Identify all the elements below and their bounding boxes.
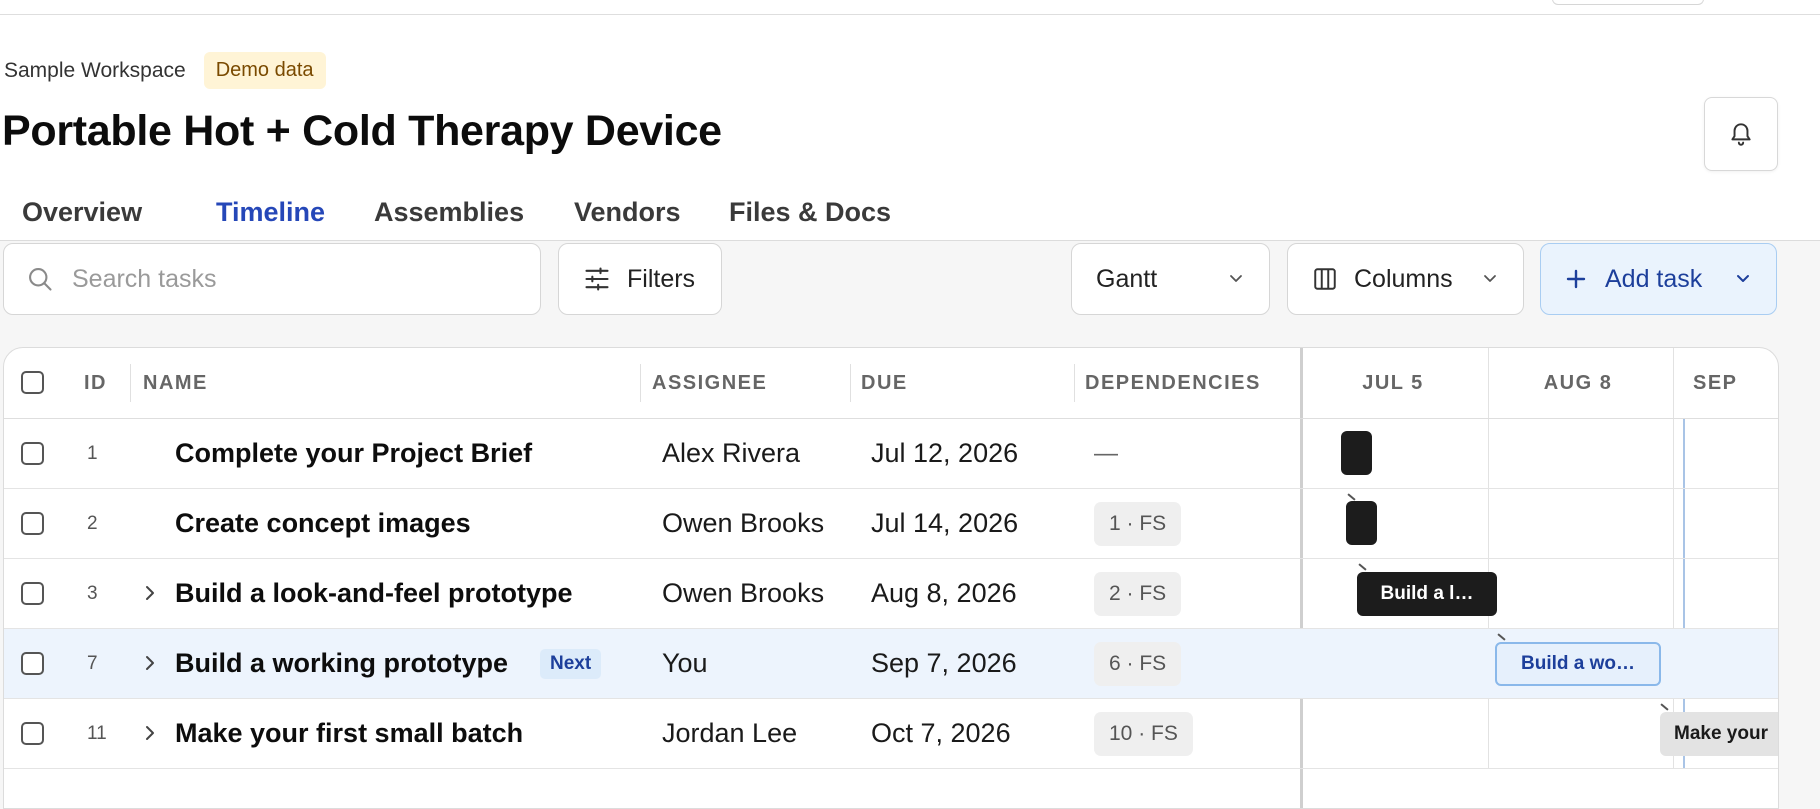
dependency-arrow bbox=[1347, 493, 1356, 501]
task-due-date[interactable]: Sep 7, 2026 bbox=[871, 629, 1017, 698]
table-row[interactable]: 1 Complete your Project Brief Alex River… bbox=[4, 419, 1778, 489]
view-select-value: Gantt bbox=[1096, 264, 1158, 293]
timeline-header-jul: JUL 5 bbox=[1362, 372, 1424, 394]
task-due-date[interactable]: Jul 12, 2026 bbox=[871, 419, 1018, 488]
columns-label: Columns bbox=[1354, 264, 1453, 293]
task-id: 1 bbox=[87, 442, 98, 464]
column-header-assignee[interactable]: ASSIGNEE bbox=[652, 372, 767, 395]
column-divider[interactable] bbox=[1074, 364, 1075, 402]
tab-timeline[interactable]: Timeline bbox=[216, 197, 325, 228]
task-due-date[interactable]: Jul 14, 2026 bbox=[871, 489, 1018, 558]
row-checkbox[interactable] bbox=[21, 442, 44, 465]
task-assignee[interactable]: Jordan Lee bbox=[662, 699, 797, 768]
plus-icon bbox=[1566, 269, 1586, 289]
table-row[interactable]: 11 Make your first small batch Jordan Le… bbox=[4, 699, 1778, 769]
add-task-button[interactable]: Add task bbox=[1540, 243, 1777, 315]
task-name[interactable]: Build a look-and-feel prototype bbox=[175, 559, 573, 628]
view-select[interactable]: Gantt bbox=[1071, 243, 1270, 315]
timeline-header-aug: AUG 8 bbox=[1543, 372, 1613, 394]
chevron-down-icon[interactable] bbox=[1734, 273, 1752, 285]
gantt-bar[interactable]: Build a l… bbox=[1357, 572, 1497, 616]
column-header-due[interactable]: DUE bbox=[861, 372, 908, 395]
bell-icon bbox=[1731, 123, 1751, 146]
filters-label: Filters bbox=[627, 264, 696, 293]
chevron-right-icon[interactable] bbox=[143, 653, 157, 673]
task-dependency[interactable]: 1 · FS bbox=[1094, 501, 1182, 546]
table-row[interactable]: 3 Build a look-and-feel prototype Owen B… bbox=[4, 559, 1778, 629]
task-id: 7 bbox=[87, 652, 98, 674]
tab-overview[interactable]: Overview bbox=[22, 197, 142, 228]
tab-vendors[interactable]: Vendors bbox=[574, 197, 681, 228]
gantt-bar[interactable] bbox=[1341, 431, 1372, 475]
column-divider[interactable] bbox=[850, 364, 851, 402]
top-bar bbox=[0, 0, 1820, 15]
sliders-icon bbox=[585, 267, 609, 291]
tab-assemblies[interactable]: Assemblies bbox=[374, 197, 524, 228]
task-id: 11 bbox=[87, 722, 107, 744]
task-dependency: — bbox=[1094, 439, 1118, 467]
column-header-name[interactable]: NAME bbox=[143, 372, 208, 395]
project-header: Sample Workspace Demo data Portable Hot … bbox=[0, 15, 1820, 254]
task-dependency[interactable]: 10 · FS bbox=[1094, 711, 1193, 756]
search-icon bbox=[29, 268, 52, 291]
search-box[interactable]: Search tasks bbox=[3, 243, 541, 315]
row-checkbox[interactable] bbox=[21, 582, 44, 605]
breadcrumb: Sample Workspace Demo data bbox=[4, 52, 326, 89]
row-checkbox[interactable] bbox=[21, 722, 44, 745]
dependency-arrow bbox=[1497, 633, 1506, 641]
timeline-header-sep: SEP bbox=[1693, 372, 1738, 394]
dependency-arrow bbox=[1358, 563, 1367, 571]
table-row[interactable]: 2 Create concept images Owen Brooks Jul … bbox=[4, 489, 1778, 559]
select-all-checkbox[interactable] bbox=[21, 371, 44, 394]
column-divider[interactable] bbox=[640, 364, 641, 402]
task-dependency[interactable]: 2 · FS bbox=[1094, 571, 1182, 616]
filters-button[interactable]: Filters bbox=[558, 243, 722, 315]
next-badge: Next bbox=[540, 648, 602, 679]
task-id: 2 bbox=[87, 512, 98, 534]
search-input[interactable]: Search tasks bbox=[72, 265, 217, 294]
task-name[interactable]: Make your first small batch bbox=[175, 699, 523, 768]
column-header-id[interactable]: ID bbox=[84, 372, 107, 395]
table-row[interactable]: 7 Build a working prototype Next You Sep… bbox=[4, 629, 1778, 699]
task-dependency[interactable]: 6 · FS bbox=[1094, 641, 1182, 686]
task-table: ID NAME ASSIGNEE DUE DEPENDENCIES JUL 5 … bbox=[3, 347, 1779, 809]
row-checkbox[interactable] bbox=[21, 512, 44, 535]
add-task-label: Add task bbox=[1605, 264, 1703, 293]
task-due-date[interactable]: Aug 8, 2026 bbox=[871, 559, 1017, 628]
chevron-right-icon[interactable] bbox=[143, 583, 157, 603]
top-bar-control[interactable] bbox=[1552, 0, 1704, 5]
notifications-button[interactable] bbox=[1704, 97, 1778, 171]
task-assignee[interactable]: You bbox=[662, 629, 708, 698]
chevron-right-icon[interactable] bbox=[143, 723, 157, 743]
gantt-bar[interactable]: Make your bbox=[1660, 712, 1778, 756]
gantt-bar[interactable]: Build a wo… bbox=[1495, 642, 1661, 686]
task-assignee[interactable]: Owen Brooks bbox=[662, 489, 824, 558]
task-name[interactable]: Complete your Project Brief bbox=[175, 419, 532, 488]
chevron-down-icon bbox=[1484, 275, 1496, 282]
task-assignee[interactable]: Owen Brooks bbox=[662, 559, 824, 628]
task-name[interactable]: Build a working prototype bbox=[175, 648, 508, 679]
task-due-date[interactable]: Oct 7, 2026 bbox=[871, 699, 1011, 768]
chevron-down-icon bbox=[1230, 275, 1242, 282]
columns-button[interactable]: Columns bbox=[1287, 243, 1524, 315]
task-name[interactable]: Create concept images bbox=[175, 489, 471, 558]
column-header-dependencies[interactable]: DEPENDENCIES bbox=[1085, 372, 1261, 395]
task-id: 3 bbox=[87, 582, 98, 604]
gantt-bar[interactable] bbox=[1346, 501, 1377, 545]
workspace-name[interactable]: Sample Workspace bbox=[4, 59, 186, 83]
row-checkbox[interactable] bbox=[21, 652, 44, 675]
demo-data-badge: Demo data bbox=[203, 52, 326, 89]
tab-files-docs[interactable]: Files & Docs bbox=[729, 197, 891, 228]
column-divider[interactable] bbox=[130, 364, 131, 402]
table-header: ID NAME ASSIGNEE DUE DEPENDENCIES JUL 5 … bbox=[4, 348, 1778, 419]
columns-icon bbox=[1314, 268, 1336, 290]
dependency-arrow bbox=[1660, 703, 1669, 711]
page-title: Portable Hot + Cold Therapy Device bbox=[2, 107, 722, 155]
task-assignee[interactable]: Alex Rivera bbox=[662, 419, 800, 488]
